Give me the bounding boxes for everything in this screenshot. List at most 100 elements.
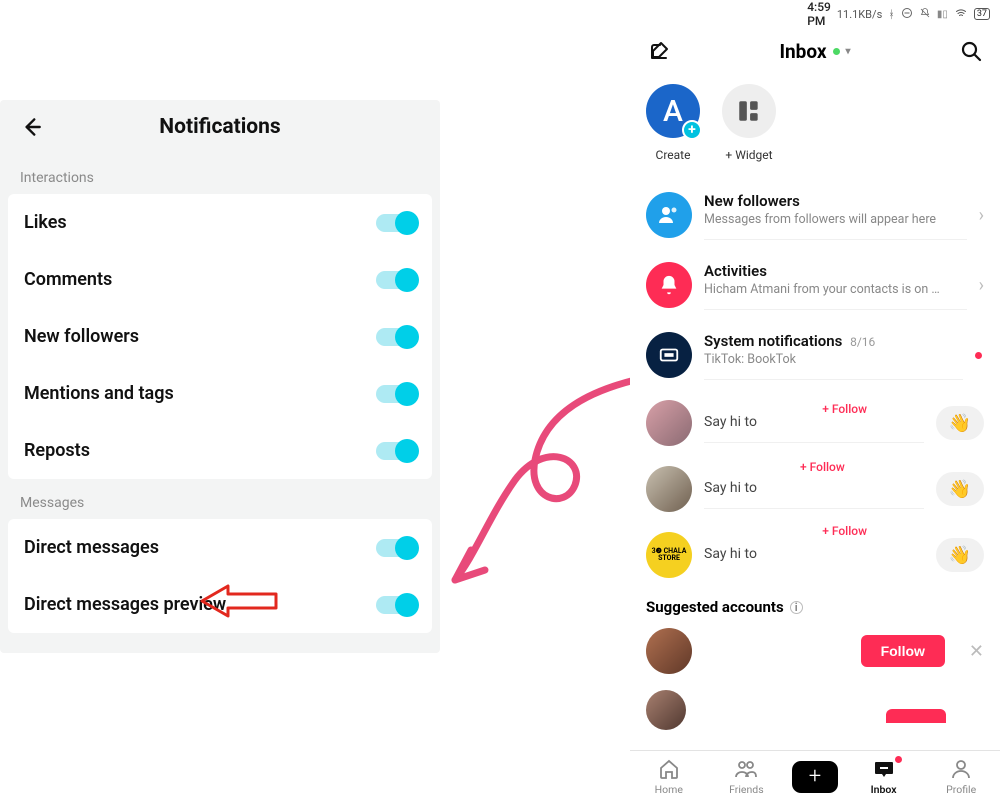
toggle-mentions[interactable] — [376, 385, 416, 403]
tab-label: Profile — [946, 783, 976, 796]
tab-home[interactable]: Home — [637, 757, 701, 796]
status-bar: 4:59 PM 11.1KB/s ᚼ ▮▯ 37 — [630, 0, 1000, 24]
tab-friends[interactable]: Friends — [714, 757, 778, 796]
tab-profile[interactable]: Profile — [929, 757, 993, 796]
row-subtitle: Messages from followers will appear here — [704, 212, 967, 227]
setting-label: Direct messages preview — [24, 594, 226, 615]
tab-label: Home — [655, 783, 683, 796]
section-label-messages: Messages — [0, 479, 440, 519]
setting-label: Likes — [24, 212, 67, 233]
setting-row-likes[interactable]: Likes — [8, 194, 432, 251]
follow-button[interactable]: Follow — [861, 635, 945, 667]
contact-row[interactable]: Say hi to + Follow 👋 — [630, 456, 1000, 522]
info-icon[interactable]: i — [790, 601, 803, 614]
create-post-button[interactable]: + — [792, 761, 838, 793]
toggle-new-followers[interactable] — [376, 328, 416, 346]
search-button[interactable] — [958, 38, 984, 64]
quick-actions-row: A + Create + Widget — [630, 74, 1000, 180]
avatar — [646, 400, 692, 446]
setting-label: New followers — [24, 326, 139, 347]
suggested-account-row[interactable]: Follow ✕ — [630, 622, 1000, 680]
suggested-account-row[interactable] — [630, 680, 1000, 730]
tab-inbox[interactable]: Inbox — [852, 757, 916, 796]
section-label-interactions: Interactions — [0, 154, 440, 194]
add-widget-button[interactable]: + Widget — [722, 84, 776, 162]
say-hi-label: Say hi to — [704, 546, 924, 562]
messages-card: Direct messages Direct messages preview — [8, 519, 432, 633]
toggle-reposts[interactable] — [376, 442, 416, 460]
setting-label: Mentions and tags — [24, 383, 174, 404]
wave-button[interactable]: 👋 — [936, 472, 984, 506]
row-title: System notifications 8/16 — [704, 332, 963, 350]
inbox-panel: 4:59 PM 11.1KB/s ᚼ ▮▯ 37 Inbox ▾ A + Cre… — [630, 0, 1000, 800]
dismiss-button[interactable]: ✕ — [969, 641, 984, 662]
row-subtitle: TikTok: BookTok — [704, 352, 963, 367]
chevron-down-icon: ▾ — [846, 46, 851, 57]
plus-badge-icon: + — [682, 120, 702, 140]
quick-label: + Widget — [725, 148, 772, 162]
wave-button[interactable]: 👋 — [936, 406, 984, 440]
avatar — [646, 690, 686, 730]
setting-row-mentions[interactable]: Mentions and tags — [8, 365, 432, 422]
say-hi-label: Say hi to — [704, 414, 924, 430]
wave-button[interactable]: 👋 — [936, 538, 984, 572]
follow-inline-button[interactable]: + Follow — [822, 524, 867, 538]
setting-label: Reposts — [24, 440, 90, 461]
home-icon — [657, 757, 681, 781]
create-avatar: A + — [646, 84, 700, 138]
row-title: New followers — [704, 192, 967, 210]
online-dot-icon — [833, 48, 840, 55]
setting-row-comments[interactable]: Comments — [8, 251, 432, 308]
inbox-list: New followers Messages from followers wi… — [630, 180, 1000, 750]
follow-button-partial[interactable] — [886, 709, 946, 723]
system-icon — [646, 332, 692, 378]
contact-row[interactable]: Say hi to + Follow 👋 — [630, 390, 1000, 456]
row-activities[interactable]: Activities Hicham Atmani from your conta… — [630, 250, 1000, 320]
row-system-notifications[interactable]: System notifications 8/16 TikTok: BookTo… — [630, 320, 1000, 390]
annotation-curly-arrow-icon — [435, 370, 645, 610]
row-title: Activities — [704, 262, 967, 280]
setting-label: Direct messages — [24, 537, 159, 558]
bluetooth-icon: ᚼ — [888, 8, 895, 21]
signal-icon: ▮▯ — [937, 9, 948, 20]
toggle-dm-preview[interactable] — [376, 596, 416, 614]
mute-icon — [919, 7, 931, 22]
setting-row-direct-messages[interactable]: Direct messages — [8, 519, 432, 576]
setting-label: Comments — [24, 269, 112, 290]
inbox-title-text: Inbox — [779, 40, 826, 63]
battery-indicator: 37 — [974, 8, 990, 20]
avatar-letter: A — [663, 94, 683, 129]
friends-icon — [734, 757, 758, 781]
follow-inline-button[interactable]: + Follow — [822, 402, 867, 416]
chevron-right-icon: › — [979, 205, 984, 226]
toggle-direct-messages[interactable] — [376, 539, 416, 557]
activities-icon — [646, 262, 692, 308]
setting-row-dm-preview[interactable]: Direct messages preview — [8, 576, 432, 633]
setting-row-new-followers[interactable]: New followers — [8, 308, 432, 365]
suggested-accounts-header: Suggested accounts i — [630, 588, 1000, 622]
notifications-settings-panel: Notifications Interactions Likes Comment… — [0, 100, 440, 653]
toggle-comments[interactable] — [376, 271, 416, 289]
row-new-followers[interactable]: New followers Messages from followers wi… — [630, 180, 1000, 250]
toggle-likes[interactable] — [376, 214, 416, 232]
wifi-icon — [954, 7, 968, 22]
row-date: 8/16 — [850, 335, 875, 349]
tab-label: Inbox — [871, 783, 897, 796]
contact-row[interactable]: 3❷ CHALASTORE Say hi to + Follow 👋 — [630, 522, 1000, 588]
follow-inline-button[interactable]: + Follow — [800, 460, 845, 474]
row-subtitle: Hicham Atmani from your contacts is on … — [704, 282, 967, 297]
widget-avatar — [722, 84, 776, 138]
create-story-button[interactable]: A + Create — [646, 84, 700, 162]
tab-bar: Home Friends + Inbox Profile — [630, 750, 1000, 800]
quick-label: Create — [656, 148, 691, 162]
interactions-card: Likes Comments New followers Mentions an… — [8, 194, 432, 479]
setting-row-reposts[interactable]: Reposts — [8, 422, 432, 479]
inbox-icon — [872, 757, 896, 781]
followers-icon — [646, 192, 692, 238]
notification-dot-icon — [895, 756, 902, 763]
chevron-right-icon: › — [979, 275, 984, 296]
profile-icon — [949, 757, 973, 781]
compose-button[interactable] — [646, 38, 672, 64]
avatar — [646, 466, 692, 512]
inbox-title[interactable]: Inbox ▾ — [672, 40, 958, 63]
